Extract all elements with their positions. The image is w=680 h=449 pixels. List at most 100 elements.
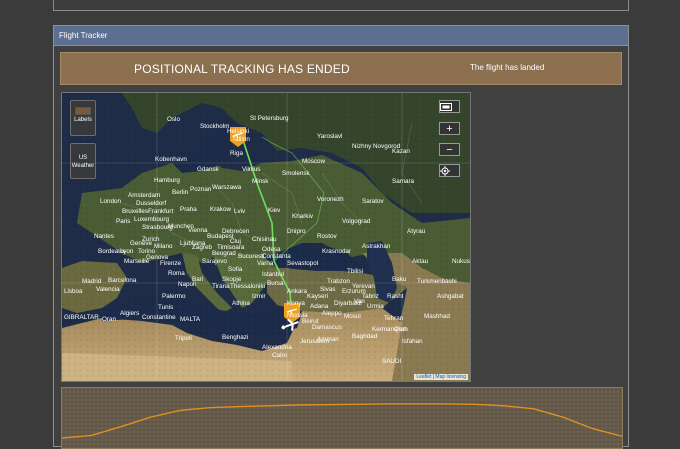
map-place-label: Nicosia xyxy=(287,312,308,319)
leaflet-link[interactable]: Leaflet xyxy=(416,374,431,380)
fullscreen-icon xyxy=(440,103,452,111)
map-place-label: MALTA xyxy=(180,316,201,323)
map-place-label: Bordeaux xyxy=(98,248,126,255)
map-place-label: Tbilisi xyxy=(347,268,363,275)
map-place-label: Kayseri xyxy=(307,293,328,300)
map-place-label: Stockholm xyxy=(200,123,229,130)
map-place-label: Luxembourg xyxy=(134,216,170,223)
map-place-label: Tunis xyxy=(158,304,173,311)
map-place-label: Adana xyxy=(310,303,329,310)
tracking-status-banner: POSITIONAL TRACKING HAS ENDED The flight… xyxy=(60,52,622,85)
map-place-label: Erzurum xyxy=(342,288,366,295)
map-place-label: Timisoara xyxy=(217,244,245,251)
map-place-label: Kobenhavn xyxy=(155,156,187,163)
zoom-out-button[interactable]: − xyxy=(439,143,460,156)
map-place-label: Gdansk xyxy=(197,166,220,173)
map-place-label: Voronezh xyxy=(317,196,344,203)
map-place-label: Kiev xyxy=(268,207,281,214)
map-place-label: Debrecen xyxy=(222,228,250,235)
map-place-label: Turkmenbashi xyxy=(417,278,457,285)
map-licensing-link[interactable]: Map licensing xyxy=(435,374,466,380)
map-place-label: Bruxelles xyxy=(122,208,148,215)
map-place-label: Roma xyxy=(168,270,185,277)
map-place-label: Van xyxy=(354,298,365,305)
zoom-in-button[interactable]: + xyxy=(439,122,460,135)
map-place-label: Praha xyxy=(180,206,197,213)
map-place-label: Beograd xyxy=(212,250,236,257)
map-place-label: Hamburg xyxy=(154,177,180,184)
map-place-label: Barcelona xyxy=(108,277,137,284)
map-place-label: Palermo xyxy=(162,293,186,300)
map-place-label: Amsterdam xyxy=(128,192,160,199)
map-place-label: Skopje xyxy=(222,276,242,283)
map-place-label: Rostov xyxy=(317,233,337,240)
map-place-label: Cairo xyxy=(272,352,288,359)
map-place-label: Moscow xyxy=(302,158,326,165)
map-place-label: Alexandria xyxy=(262,344,292,351)
map-place-label: Tirana xyxy=(212,283,230,290)
map-place-label: Baku xyxy=(392,276,407,283)
map-place-label: Aleppo xyxy=(322,310,342,317)
weather-label-line1: US xyxy=(78,155,88,161)
map-place-label: Amman xyxy=(317,336,339,343)
map-place-label: Tehran xyxy=(384,315,404,322)
map-place-label: Kermanshah xyxy=(372,326,408,333)
map-place-label: Saratov xyxy=(362,198,385,205)
map-place-label: Sevastopol xyxy=(287,260,318,267)
map-place-label: SAUDI xyxy=(382,358,401,365)
map-place-label: Constanta xyxy=(262,253,291,260)
fullscreen-button[interactable] xyxy=(439,100,460,113)
map-place-label: Izmir xyxy=(252,293,266,300)
labels-toggle-button[interactable]: Labels xyxy=(70,100,96,136)
map-place-label: Zagreb xyxy=(192,244,212,251)
map-place-label: Astrakhan xyxy=(362,243,391,250)
map-place-label: Mashhad xyxy=(424,313,450,320)
status-title: POSITIONAL TRACKING HAS ENDED xyxy=(134,62,350,76)
map-place-label: Sivas xyxy=(320,286,335,293)
map-place-label: Nantes xyxy=(94,233,114,240)
map-place-label: Lviv xyxy=(234,208,246,215)
flight-map[interactable]: Oslo Stockholm St Petersburg Moscow Kobenhav… xyxy=(61,92,471,382)
locate-button[interactable] xyxy=(439,164,460,177)
map-place-label: Nukus xyxy=(452,258,470,265)
us-weather-toggle-button[interactable]: US Weather xyxy=(70,143,96,179)
map-place-label: Tallinn xyxy=(232,136,250,143)
map-place-label: Chisinau xyxy=(252,236,277,243)
map-place-label: Tripoli xyxy=(175,335,192,342)
map-place-label: Madrid xyxy=(82,278,102,285)
map-place-label: Istanbul xyxy=(262,271,284,278)
map-place-label: Dnipro xyxy=(287,228,306,235)
map-place-label: Smolensk xyxy=(282,170,310,177)
map-place-label: Constantine xyxy=(142,314,176,321)
map-place-label: Varna xyxy=(257,260,274,267)
map-place-label: Sofia xyxy=(228,266,243,273)
map-place-label: Konya xyxy=(287,300,305,307)
map-place-label: Berlin xyxy=(172,189,189,196)
map-place-label: Dusseldorf xyxy=(136,200,166,207)
map-place-label: Ankara xyxy=(287,288,307,295)
map-place-label: Nizhny Novgorod xyxy=(352,143,401,150)
map-place-label: Thessaloniki xyxy=(230,283,265,290)
map-place-label: Helsinki xyxy=(227,128,249,135)
map-place-label: St Petersburg xyxy=(250,115,289,122)
map-place-label: Geneve xyxy=(130,240,153,247)
map-place-label: Volgograd xyxy=(342,218,371,225)
map-place-label: Paris xyxy=(116,218,130,225)
map-place-label: Baghdad xyxy=(352,333,378,340)
status-subtitle: The flight has landed xyxy=(470,63,545,72)
map-place-label: Beirut xyxy=(302,318,319,325)
map-place-label: Samara xyxy=(392,178,415,185)
map-place-label: Oran xyxy=(102,316,116,323)
map-place-label: Strasbourg xyxy=(142,224,173,231)
map-place-label: Bucuresti xyxy=(238,253,264,260)
map-place-label: Valencia xyxy=(96,286,120,293)
panel-title: Flight Tracker xyxy=(54,26,628,46)
labels-layer-icon xyxy=(75,107,91,115)
map-place-label: Krakow xyxy=(210,206,231,213)
map-place-label: Yaroslavl xyxy=(317,133,342,140)
map-place-label: Odesa xyxy=(262,246,281,253)
map-place-label: Rasht xyxy=(387,293,404,300)
map-place-label: Algiers xyxy=(120,310,139,317)
map-place-label: GIBRALTAR xyxy=(64,314,99,321)
map-place-label: Firenze xyxy=(160,260,181,267)
